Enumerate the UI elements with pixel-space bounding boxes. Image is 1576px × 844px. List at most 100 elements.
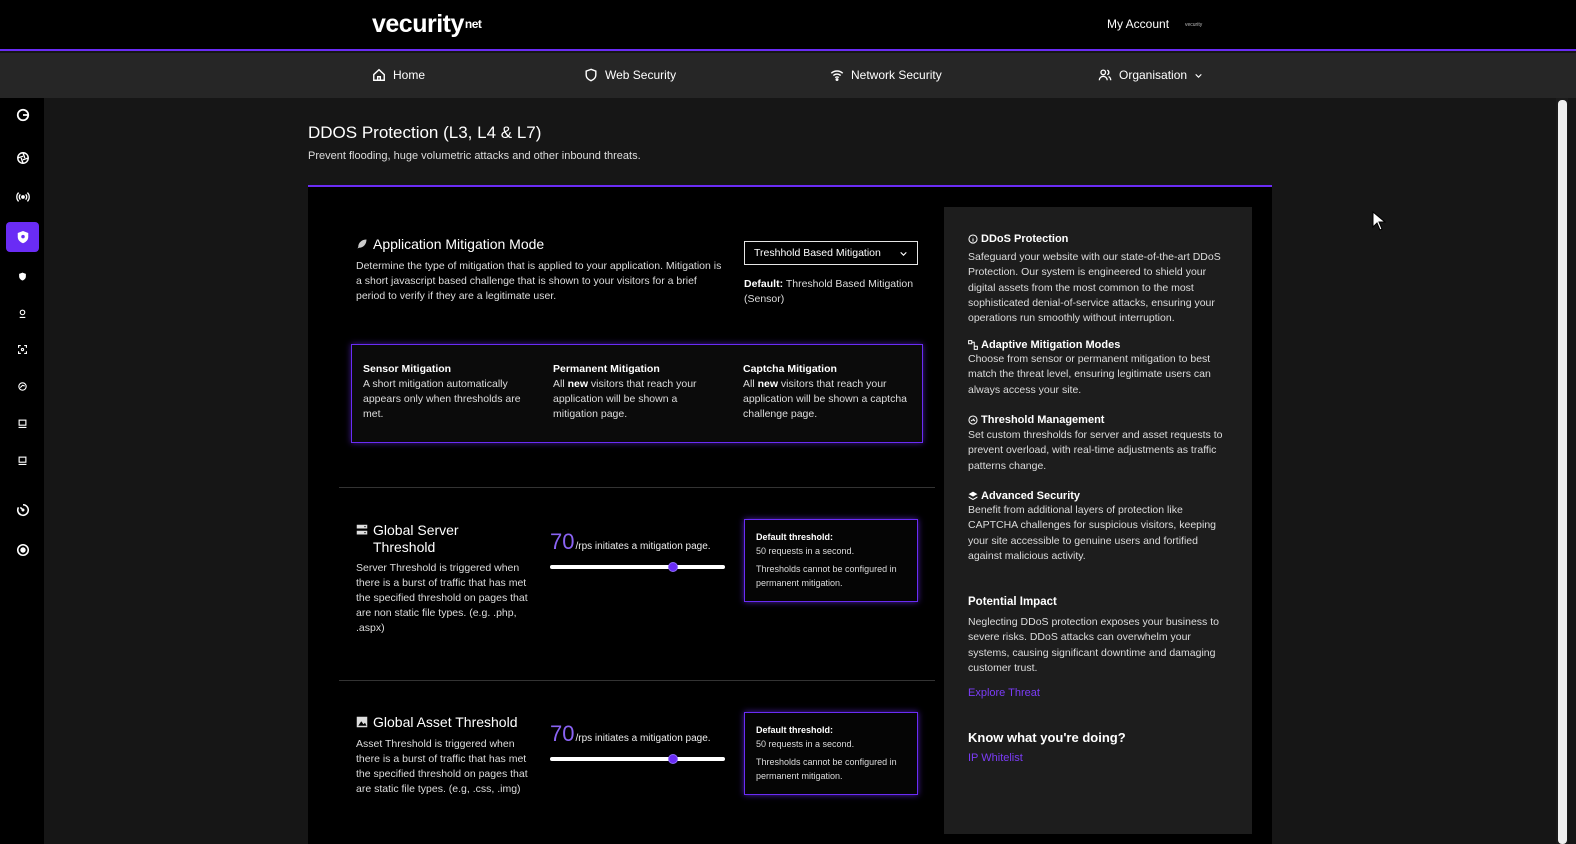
info-icon: [968, 234, 978, 244]
sidebar-item-target[interactable]: [6, 535, 39, 565]
info-adaptive-text: Choose from sensor or permanent mitigati…: [968, 353, 1211, 396]
asset-threshold-slider-handle[interactable]: [667, 754, 678, 764]
section-divider: [339, 487, 935, 488]
mitigation-default-note: Default: Threshold Based Mitigation (Sen…: [744, 277, 922, 307]
default-label: Default:: [744, 278, 784, 290]
nav-organisation[interactable]: Organisation: [1098, 68, 1203, 82]
server-icon: [18, 419, 27, 428]
server-default-threshold-box: Default threshold: 50 requests in a seco…: [744, 519, 918, 602]
mitigation-modes-box: Sensor Mitigation A short mitigation aut…: [351, 344, 923, 443]
mitigation-mode-description: Determine the type of mitigation that is…: [356, 260, 722, 302]
account-avatar[interactable]: vecurity: [1185, 22, 1202, 28]
info-ddos-text: Safeguard your website with our state-of…: [968, 251, 1221, 325]
sidebar-item-shield[interactable]: [6, 261, 39, 291]
info-advanced-title-text: Advanced Security: [981, 490, 1081, 502]
server-threshold-unit: /rps initiates a mitigation page.: [575, 541, 711, 552]
my-account-link[interactable]: My Account: [1107, 17, 1169, 31]
asset-threshold-unit: /rps initiates a mitigation page.: [575, 733, 711, 744]
sidebar-item-server-2[interactable]: [6, 445, 39, 475]
mouse-cursor-icon: [1372, 211, 1386, 231]
mitigation-mode-selected: Treshhold Based Mitigation: [754, 247, 881, 259]
scan-icon: [18, 344, 27, 354]
explore-threat-link[interactable]: Explore Threat: [968, 687, 1040, 699]
asset-threshold-description: Asset Threshold is triggered when there …: [356, 738, 528, 795]
sidebar-item-broadcast[interactable]: [6, 182, 39, 212]
asset-default-value: 50 requests in a second.: [756, 739, 855, 749]
asset-threshold-value: 70: [550, 721, 575, 746]
nav-web-security[interactable]: Web Security: [584, 68, 676, 82]
info-threshold-title-text: Threshold Management: [981, 414, 1105, 426]
aperture-icon: [16, 152, 29, 164]
mitigation-mode-title: Application Mitigation Mode: [356, 236, 544, 253]
asset-default-title: Default threshold:: [756, 725, 834, 735]
nav-home[interactable]: Home: [372, 68, 425, 82]
section-divider: [339, 680, 935, 681]
mode-sensor: Sensor Mitigation A short mitigation aut…: [363, 362, 529, 422]
users-icon: [1098, 69, 1112, 81]
nav-organisation-label: Organisation: [1119, 68, 1188, 82]
home-icon: [373, 68, 385, 81]
server-threshold-readout: 70 /rps initiates a mitigation page.: [550, 529, 711, 555]
server-threshold-title: Global Server Threshold: [356, 522, 506, 556]
gauge-icon: [968, 415, 978, 425]
server-default-note: Thresholds cannot be configured in perma…: [756, 564, 897, 588]
know-title: Know what you're doing?: [968, 730, 1126, 745]
nav-network-security-label: Network Security: [851, 68, 942, 82]
sidebar-item-aperture[interactable]: [6, 143, 39, 173]
server-threshold-slider[interactable]: [550, 565, 725, 569]
mode-captcha-text: All new visitors that reach your applica…: [743, 378, 908, 420]
image-icon: [356, 716, 368, 728]
info-adaptive-title: Adaptive Mitigation Modes: [968, 339, 1120, 351]
impact-text: Neglecting DDoS protection exposes your …: [968, 616, 1219, 674]
sidebar-item-timer[interactable]: [6, 495, 39, 525]
server-default-value: 50 requests in a second.: [756, 546, 855, 556]
globe-icon: [18, 381, 27, 391]
info-adaptive-title-text: Adaptive Mitigation Modes: [981, 339, 1121, 351]
main-nav: Home Web Security Network Security Organ…: [0, 53, 1576, 98]
mode-permanent-title: Permanent Mitigation: [553, 363, 660, 375]
shield-small-icon: [19, 272, 26, 280]
wifi-icon: [830, 70, 844, 82]
mode-sensor-title: Sensor Mitigation: [363, 363, 452, 375]
info-threshold-text: Set custom thresholds for server and ass…: [968, 429, 1223, 472]
nav-web-security-label: Web Security: [605, 68, 677, 82]
server-default-title: Default threshold:: [756, 532, 834, 542]
ip-whitelist-link[interactable]: IP Whitelist: [968, 752, 1023, 764]
sidebar-item-ddos[interactable]: [6, 222, 39, 252]
server-threshold-value: 70: [550, 529, 575, 554]
sidebar-item-dashboard[interactable]: [6, 100, 39, 130]
chevron-down-icon: [1195, 73, 1202, 78]
nav-network-security[interactable]: Network Security: [830, 68, 942, 82]
asset-threshold-title-text: Global Asset Threshold: [373, 714, 518, 730]
pin-icon: [19, 309, 26, 318]
page-scrollbar-thumb[interactable]: [1558, 100, 1567, 844]
timer-icon: [16, 503, 29, 517]
mitigation-mode-title-text: Application Mitigation Mode: [373, 236, 545, 252]
server-icon: [356, 524, 368, 535]
server-icon: [18, 456, 27, 465]
sidebar-item-location[interactable]: [6, 298, 39, 328]
sidebar-item-scan[interactable]: [6, 334, 39, 364]
server-threshold-slider-handle[interactable]: [667, 562, 678, 572]
info-ddos-title: DDoS Protection: [968, 233, 1068, 245]
mode-captcha: Captcha Mitigation All new visitors that…: [743, 362, 909, 422]
mode-permanent: Permanent Mitigation All new visitors th…: [553, 362, 719, 422]
info-advanced-text: Benefit from additional layers of protec…: [968, 504, 1217, 562]
asset-threshold-slider[interactable]: [550, 757, 725, 761]
dashboard-icon: [16, 108, 29, 122]
server-threshold-description: Server Threshold is triggered when there…: [356, 562, 528, 634]
sidebar-item-globe[interactable]: [6, 371, 39, 401]
mode-sensor-text: A short mitigation automatically appears…: [363, 378, 521, 420]
logo[interactable]: vecuritynet: [372, 10, 482, 39]
shield-icon: [17, 231, 28, 244]
broadcast-icon: [15, 192, 30, 202]
nav-home-label: Home: [393, 68, 426, 82]
asset-threshold-title: Global Asset Threshold: [356, 714, 536, 731]
mitigation-mode-select[interactable]: Treshhold Based Mitigation: [744, 241, 918, 265]
left-sidebar: [0, 98, 44, 844]
feather-icon: [357, 239, 367, 249]
info-threshold-title: Threshold Management: [968, 414, 1104, 426]
nodes-icon: [968, 340, 978, 350]
sidebar-item-server[interactable]: [6, 408, 39, 438]
info-advanced-title: Advanced Security: [968, 490, 1080, 502]
